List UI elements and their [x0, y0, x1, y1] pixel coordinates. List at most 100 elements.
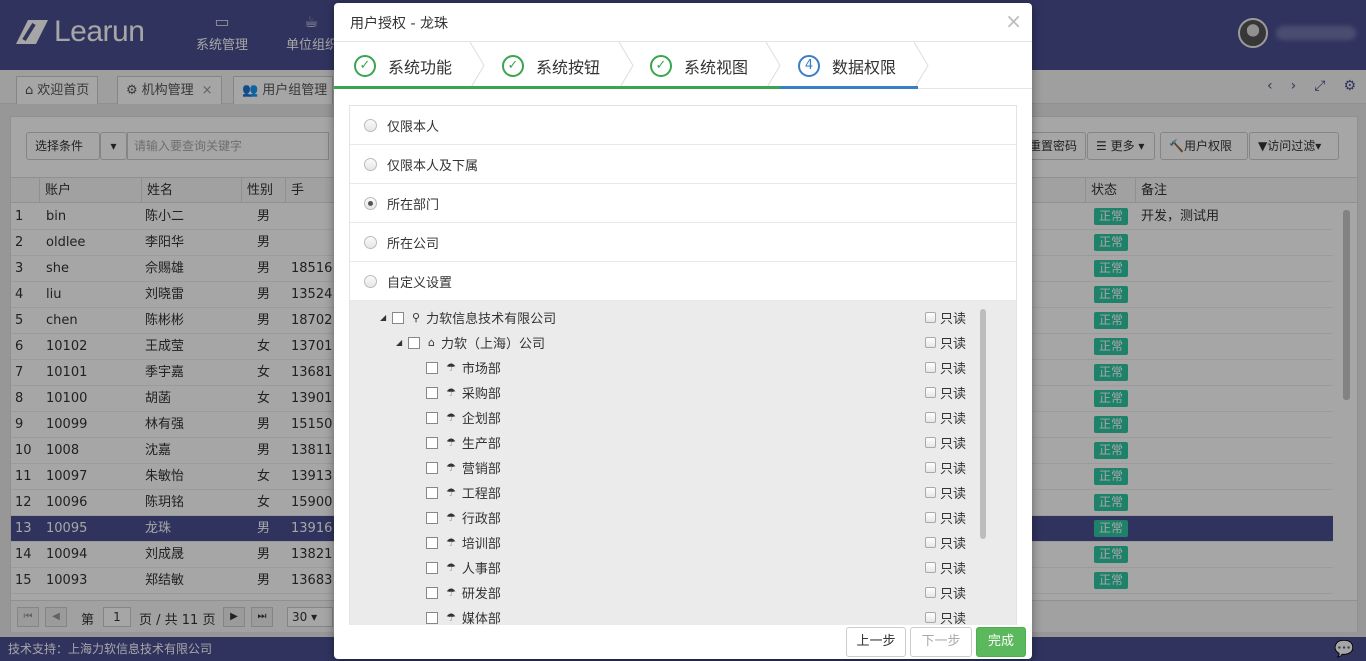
tree-checkbox[interactable] — [426, 586, 438, 599]
readonly-checkbox[interactable]: 只读 — [925, 480, 966, 505]
tree-node[interactable]: ☂ 培训部 — [426, 530, 501, 555]
expand-icon[interactable]: ◢ — [380, 313, 392, 322]
checkbox[interactable] — [925, 462, 936, 473]
readonly-label: 只读 — [940, 337, 967, 352]
tree-scrollbar[interactable] — [980, 309, 986, 539]
tree-checkbox[interactable] — [426, 611, 438, 624]
scope-option[interactable]: 所在公司 — [350, 223, 1016, 262]
checkbox[interactable] — [925, 562, 936, 573]
tree-checkbox[interactable] — [426, 436, 438, 449]
next-step-button[interactable]: 下一步 — [910, 627, 972, 657]
checkbox[interactable] — [925, 512, 936, 523]
tree-checkbox[interactable] — [426, 461, 438, 474]
tree-node[interactable]: ☂ 采购部 — [426, 380, 501, 405]
tree-node-label: 市场部 — [461, 362, 501, 377]
step-number: 4 — [798, 54, 820, 77]
tree-checkbox[interactable] — [392, 311, 404, 324]
tree-checkbox[interactable] — [426, 361, 438, 374]
step-data-permission[interactable]: 4 数据权限 — [798, 42, 896, 89]
tree-node-label: 人事部 — [461, 562, 501, 577]
checkbox[interactable] — [925, 387, 936, 398]
tree-node[interactable]: ☂ 营销部 — [426, 455, 501, 480]
tree-checkbox[interactable] — [426, 411, 438, 424]
scope-option[interactable]: 仅限本人及下属 — [350, 145, 1016, 184]
tree-node[interactable]: ☂ 媒体部 — [426, 605, 501, 625]
readonly-checkbox[interactable]: 只读 — [925, 330, 966, 355]
step-bar — [334, 86, 484, 89]
tree-node[interactable]: ☂ 工程部 — [426, 480, 501, 505]
checkbox[interactable] — [925, 437, 936, 448]
tree-node[interactable]: ☂ 生产部 — [426, 430, 501, 455]
readonly-checkbox[interactable]: 只读 — [925, 580, 966, 605]
tree-node[interactable]: ☂ 市场部 — [426, 355, 501, 380]
tree-node[interactable]: ☂ 研发部 — [426, 580, 501, 605]
readonly-checkbox[interactable]: 只读 — [925, 355, 966, 380]
sitemap-icon: ⚲ — [412, 311, 421, 324]
readonly-checkbox[interactable]: 只读 — [925, 305, 966, 330]
tree-node[interactable]: ◢ ⌂ 力软（上海）公司 — [396, 330, 545, 355]
chevron-divider-icon — [766, 42, 781, 89]
readonly-checkbox[interactable]: 只读 — [925, 405, 966, 430]
home-icon: ⌂ — [428, 336, 435, 349]
tree-checkbox[interactable] — [426, 561, 438, 574]
checkbox[interactable] — [925, 312, 936, 323]
radio-button[interactable] — [364, 157, 377, 171]
readonly-checkbox[interactable]: 只读 — [925, 455, 966, 480]
scope-option-label: 所在部门 — [387, 197, 440, 213]
umbrella-icon: ☂ — [446, 511, 456, 524]
tree-checkbox[interactable] — [426, 386, 438, 399]
radio-button[interactable] — [364, 196, 377, 210]
tree-checkbox[interactable] — [426, 536, 438, 549]
umbrella-icon: ☂ — [446, 611, 456, 624]
close-icon[interactable]: × — [1005, 9, 1022, 33]
checkbox[interactable] — [925, 337, 936, 348]
checkbox[interactable] — [925, 587, 936, 598]
scope-option-label: 仅限本人及下属 — [387, 158, 479, 174]
checkbox[interactable] — [925, 487, 936, 498]
readonly-checkbox[interactable]: 只读 — [925, 530, 966, 555]
scope-option[interactable]: 自定义设置 — [350, 262, 1016, 301]
checkbox[interactable] — [925, 362, 936, 373]
tree-node[interactable]: ☂ 企划部 — [426, 405, 501, 430]
tree-node[interactable]: ☂ 人事部 — [426, 555, 501, 580]
umbrella-icon: ☂ — [446, 586, 456, 599]
readonly-checkbox[interactable]: 只读 — [925, 505, 966, 530]
step-system-function[interactable]: ✓ 系统功能 — [354, 42, 452, 89]
scope-option[interactable]: 仅限本人 — [350, 106, 1016, 145]
step-label: 系统按钮 — [536, 57, 601, 77]
readonly-label: 只读 — [940, 512, 967, 527]
step-system-view[interactable]: ✓ 系统视图 — [650, 42, 748, 89]
radio-button[interactable] — [364, 274, 377, 288]
step-label: 系统功能 — [388, 57, 453, 77]
step-bar — [632, 86, 780, 89]
umbrella-icon: ☂ — [446, 436, 456, 449]
step-bar — [484, 86, 632, 89]
readonly-checkbox[interactable]: 只读 — [925, 605, 966, 625]
prev-step-button[interactable]: 上一步 — [846, 627, 906, 657]
tree-node[interactable]: ◢ ⚲ 力软信息技术有限公司 — [380, 305, 556, 330]
checkbox[interactable] — [925, 612, 936, 623]
chevron-divider-icon — [619, 42, 634, 89]
readonly-label: 只读 — [940, 462, 967, 477]
tree-node-label: 力软信息技术有限公司 — [426, 312, 557, 327]
checkbox[interactable] — [925, 412, 936, 423]
finish-button[interactable]: 完成 — [976, 627, 1026, 657]
tree-checkbox[interactable] — [426, 486, 438, 499]
step-system-button[interactable]: ✓ 系统按钮 — [502, 42, 600, 89]
tree-node-label: 研发部 — [461, 587, 501, 602]
checkbox[interactable] — [925, 537, 936, 548]
wizard-steps: ✓ 系统功能 ✓ 系统按钮 ✓ 系统视图 4 数据权限 — [334, 41, 1032, 89]
umbrella-icon: ☂ — [446, 386, 456, 399]
readonly-checkbox[interactable]: 只读 — [925, 555, 966, 580]
tree-node[interactable]: ☂ 行政部 — [426, 505, 501, 530]
readonly-checkbox[interactable]: 只读 — [925, 380, 966, 405]
readonly-checkbox[interactable]: 只读 — [925, 430, 966, 455]
tree-checkbox[interactable] — [408, 336, 420, 349]
radio-button[interactable] — [364, 235, 377, 249]
tree-checkbox[interactable] — [426, 511, 438, 524]
scope-option[interactable]: 所在部门 — [350, 184, 1016, 223]
tree-node-label: 培训部 — [461, 537, 501, 552]
radio-button[interactable] — [364, 118, 377, 132]
tree-node-label: 行政部 — [461, 512, 501, 527]
expand-icon[interactable]: ◢ — [396, 338, 408, 347]
